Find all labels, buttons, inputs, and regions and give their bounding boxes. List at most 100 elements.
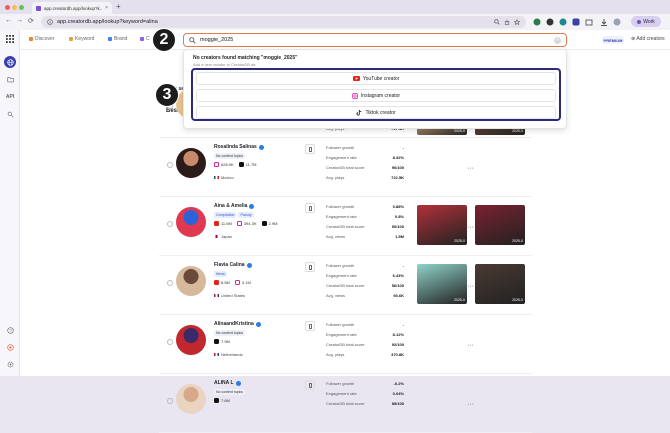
social-stat[interactable]: 3.1M xyxy=(234,280,251,285)
nav-keyword[interactable]: Keyword xyxy=(69,36,94,42)
extension-icon[interactable] xyxy=(533,18,541,26)
mobile-preview-button[interactable] xyxy=(305,262,315,272)
forward-button[interactable]: → xyxy=(16,17,23,24)
address-bar[interactable]: app.creatordb.app/lookup?keyword=alina xyxy=(41,16,526,28)
social-stat[interactable]: 11.7M xyxy=(238,162,257,167)
search-dropdown: No creators found matching "moggie_2025"… xyxy=(183,49,567,129)
creator-name-text[interactable]: AlinaandKristina xyxy=(214,321,254,327)
creator-name-text[interactable]: Flavia Calina xyxy=(214,262,245,268)
creator-row[interactable]: ALINA L No content topics 7.6M Follower gro… xyxy=(159,374,532,433)
creator-name[interactable]: ALINA L xyxy=(214,380,241,386)
avatar[interactable] xyxy=(176,384,206,414)
post-thumbnail[interactable]: 2025-0 xyxy=(475,264,525,304)
select-radio[interactable] xyxy=(167,398,173,404)
mobile-preview-button[interactable] xyxy=(305,144,315,154)
sidebar-item-settings[interactable] xyxy=(4,108,16,120)
select-radio[interactable] xyxy=(167,280,173,286)
close-window-button[interactable] xyxy=(5,5,10,10)
extensions-puzzle-icon[interactable] xyxy=(585,18,593,26)
creator-name[interactable]: AlinaandKristina xyxy=(214,321,261,327)
extension-icon[interactable] xyxy=(559,18,567,26)
help-icon[interactable]: ? xyxy=(4,324,16,336)
avatar[interactable] xyxy=(176,148,206,178)
mobile-preview-button[interactable] xyxy=(305,203,315,213)
nav-discover[interactable]: Discover xyxy=(29,36,54,42)
creator-name[interactable]: Flavia Calina xyxy=(214,262,252,268)
sidebar-item-api[interactable]: API xyxy=(4,91,16,103)
search-input[interactable]: moggie_2025 × xyxy=(183,33,567,47)
notification-icon[interactable] xyxy=(4,341,16,353)
search-value[interactable]: moggie_2025 xyxy=(200,37,550,43)
post-thumbnail[interactable]: 2025-0 xyxy=(417,264,467,304)
mobile-preview-button[interactable] xyxy=(305,380,315,390)
add-instagram-creator-button[interactable]: Instagram creator xyxy=(196,89,556,102)
share-icon[interactable] xyxy=(504,19,510,25)
metric-value: 0.04% xyxy=(392,390,404,396)
sidebar-item-lookup[interactable] xyxy=(4,56,16,68)
creator-row[interactable]: Flavia Calina News 8.5M 3.1M United States Fo… xyxy=(159,256,532,315)
creator-name[interactable]: Aina & Amelia xyxy=(214,203,255,209)
profile-avatar-icon[interactable] xyxy=(613,18,621,26)
metric-value: 6.43% xyxy=(392,272,404,278)
select-radio[interactable] xyxy=(167,339,173,345)
minimize-window-button[interactable] xyxy=(12,5,17,10)
social-stat[interactable]: 8.5M xyxy=(214,280,230,285)
site-info-icon[interactable] xyxy=(47,19,53,25)
zoom-icon[interactable] xyxy=(494,19,500,25)
social-stat[interactable]: 11.5M xyxy=(214,221,232,226)
social-stat[interactable]: 7.9M xyxy=(214,339,230,344)
nav-other[interactable]: C xyxy=(140,36,150,42)
creator-row[interactable]: Aina & Amelia Compilation Parody 11.5M 394.3… xyxy=(159,197,532,256)
metric-value: 722.5K xyxy=(391,174,404,180)
add-youtube-creator-button[interactable]: YouTube creator xyxy=(196,72,556,85)
more-options-icon[interactable]: ··· xyxy=(467,224,474,231)
select-radio[interactable] xyxy=(167,221,173,227)
select-radio[interactable] xyxy=(167,162,173,168)
more-options-icon[interactable]: ··· xyxy=(467,283,474,290)
more-options-icon[interactable]: ··· xyxy=(467,401,474,408)
extension-icon[interactable] xyxy=(546,18,554,26)
post-thumbnail[interactable]: 2025-0 xyxy=(475,205,525,245)
more-options-icon[interactable]: ··· xyxy=(467,342,474,349)
creator-row[interactable]: Rosalinda Salinas No content topics 628.9K… xyxy=(159,138,532,197)
close-icon[interactable]: × xyxy=(105,5,108,11)
url-text[interactable]: app.creatordb.app/lookup?keyword=alina xyxy=(57,19,490,25)
download-icon[interactable] xyxy=(600,18,608,26)
phone-icon xyxy=(308,323,312,329)
mobile-preview-button[interactable] xyxy=(305,321,315,331)
extension-icon[interactable] xyxy=(572,18,580,26)
sidebar-item-folders[interactable] xyxy=(4,73,16,85)
page-scrollbar[interactable] xyxy=(662,50,666,370)
metric-label: Engagement rate xyxy=(326,213,357,219)
settings-gear-icon[interactable] xyxy=(4,358,16,370)
social-stat[interactable]: 394.3K xyxy=(236,221,257,226)
nav-brand[interactable]: Brand xyxy=(108,36,127,42)
clear-search-icon[interactable]: × xyxy=(554,36,561,44)
social-stat[interactable]: 7.6M xyxy=(214,398,230,403)
creator-name-text[interactable]: Aina & Amelia xyxy=(214,203,247,209)
bookmark-star-icon[interactable] xyxy=(514,19,520,25)
apps-grid-icon[interactable] xyxy=(4,33,16,45)
metric-row: Follower growth - xyxy=(326,142,404,152)
creator-name-text[interactable]: Rosalinda Salinas xyxy=(214,144,257,150)
add-tiktok-creator-button[interactable]: Tiktok creator xyxy=(196,106,556,119)
creator-name-text[interactable]: ALINA L xyxy=(214,380,234,386)
avatar[interactable] xyxy=(176,325,206,355)
reload-button[interactable]: ⟳ xyxy=(28,17,34,25)
add-creators-button[interactable]: ⊕ Add creators xyxy=(631,36,665,42)
metric-row: Avg. plays 370.8K xyxy=(326,349,404,359)
profile-button[interactable]: Work xyxy=(631,16,661,27)
social-stat[interactable]: 2.9M xyxy=(261,221,277,226)
back-button[interactable]: ← xyxy=(5,17,12,24)
creator-row[interactable]: AlinaandKristina No content topics 7.9M Net… xyxy=(159,315,532,374)
maximize-window-button[interactable] xyxy=(19,5,24,10)
post-thumbnail[interactable]: 2025-0 xyxy=(417,205,467,245)
more-options-icon[interactable]: ··· xyxy=(467,165,474,172)
browser-tab[interactable]: app.creatordb.app/lookup?k... × xyxy=(32,2,112,14)
avatar[interactable] xyxy=(176,207,206,237)
avatar[interactable] xyxy=(176,266,206,296)
social-stat[interactable]: 628.9K xyxy=(214,162,234,167)
creator-name[interactable]: Rosalinda Salinas xyxy=(214,144,264,150)
new-tab-button[interactable]: + xyxy=(116,2,121,11)
verified-icon xyxy=(258,144,264,150)
